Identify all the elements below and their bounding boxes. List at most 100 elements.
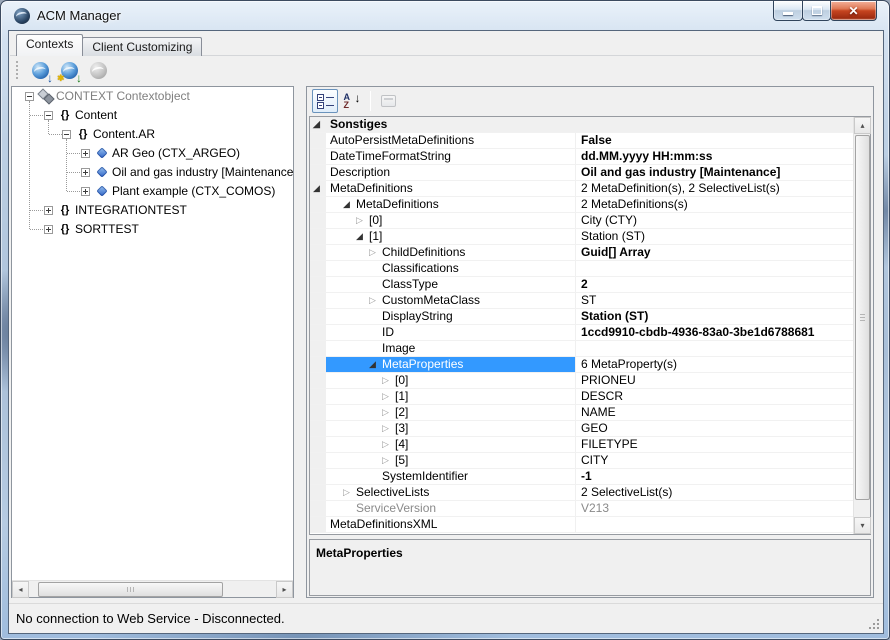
property-row[interactable]: ▷CustomMetaClassST xyxy=(310,293,853,309)
tree-item[interactable]: AR Geo (CTX_ARGEO) xyxy=(12,144,293,163)
property-row[interactable]: ▷SelectiveLists2 SelectiveList(s) xyxy=(310,485,853,501)
property-row[interactable]: ServiceVersionV213 xyxy=(310,501,853,517)
property-value[interactable]: NAME xyxy=(576,405,853,420)
alphabetical-sort-button[interactable]: AZ↓ xyxy=(339,89,365,113)
property-row[interactable]: ◢ MetaDefinitions2 MetaDefinition(s), 2 S… xyxy=(310,181,853,197)
expand-arrow-icon[interactable]: ▷ xyxy=(382,424,395,433)
property-row[interactable]: DisplayStringStation (ST) xyxy=(310,309,853,325)
property-name-cell[interactable]: ▷[3] xyxy=(326,421,576,436)
grid-vertical-scrollbar[interactable]: ▴ ▾ xyxy=(853,117,870,534)
collapse-arrow-icon[interactable]: ◢ xyxy=(313,120,320,129)
toolbar-grip-icon[interactable] xyxy=(16,61,19,79)
property-name-cell[interactable]: ClassType xyxy=(326,277,576,292)
property-value[interactable]: 6 MetaProperty(s) xyxy=(576,357,853,372)
scrollbar-thumb[interactable] xyxy=(855,135,870,500)
property-name-cell[interactable]: Classifications xyxy=(326,261,576,276)
property-name-cell[interactable]: ▷[5] xyxy=(326,453,576,468)
property-value[interactable]: Station (ST) xyxy=(576,309,853,324)
property-value[interactable]: 2 SelectiveList(s) xyxy=(576,485,853,500)
expand-box-icon[interactable] xyxy=(81,168,90,177)
property-value[interactable]: False xyxy=(576,133,853,148)
categorized-button[interactable] xyxy=(312,89,338,113)
tree-horizontal-scrollbar[interactable]: ◂ ▸ xyxy=(12,580,293,597)
property-value[interactable]: Station (ST) xyxy=(576,229,853,244)
tree-item[interactable]: {}Content xyxy=(12,106,293,125)
property-name-cell[interactable]: ▷[0] xyxy=(326,373,576,388)
property-value[interactable]: ST xyxy=(576,293,853,308)
property-name-cell[interactable]: ▷SelectiveLists xyxy=(326,485,576,500)
property-name-cell[interactable]: AutoPersistMetaDefinitions xyxy=(326,133,576,148)
category-row[interactable]: ◢Sonstiges xyxy=(310,117,853,133)
property-name-cell[interactable]: ▷CustomMetaClass xyxy=(326,293,576,308)
property-name-cell[interactable]: DisplayString xyxy=(326,309,576,324)
property-name-cell[interactable]: Description xyxy=(326,165,576,180)
property-value[interactable]: DESCR xyxy=(576,389,853,404)
property-name-cell[interactable]: MetaDefinitionsXML xyxy=(326,517,576,532)
tree-item[interactable]: Plant example (CTX_COMOS) xyxy=(12,182,293,201)
maximize-button[interactable] xyxy=(802,1,831,21)
expand-box-icon[interactable] xyxy=(81,149,90,158)
property-value[interactable]: dd.MM.yyyy HH:mm:ss xyxy=(576,149,853,164)
property-row[interactable]: ◢MetaProperties6 MetaProperty(s) xyxy=(310,357,853,373)
collapse-box-icon[interactable] xyxy=(62,130,71,139)
scroll-down-icon[interactable]: ▾ xyxy=(854,517,871,534)
property-name-cell[interactable]: ▷[1] xyxy=(326,389,576,404)
title-bar[interactable]: ACM Manager ✕ xyxy=(1,1,889,31)
property-value[interactable]: -1 xyxy=(576,469,853,484)
collapse-arrow-icon[interactable]: ◢ xyxy=(343,200,356,209)
expand-arrow-icon[interactable]: ▷ xyxy=(382,392,395,401)
expand-box-icon[interactable] xyxy=(44,206,53,215)
property-row[interactable]: ClassType2 xyxy=(310,277,853,293)
property-name-cell[interactable]: ▷ChildDefinitions xyxy=(326,245,576,260)
collapse-arrow-icon[interactable]: ◢ xyxy=(313,184,320,193)
tab-contexts[interactable]: Contexts xyxy=(16,34,83,56)
expand-arrow-icon[interactable]: ▷ xyxy=(382,408,395,417)
property-value[interactable]: CITY xyxy=(576,453,853,468)
property-value[interactable]: 2 MetaDefinitions(s) xyxy=(576,197,853,212)
property-row[interactable]: DateTimeFormatStringdd.MM.yyyy HH:mm:ss xyxy=(310,149,853,165)
property-value[interactable] xyxy=(576,261,853,276)
property-name-cell[interactable]: Image xyxy=(326,341,576,356)
property-name-cell[interactable]: ◢[1] xyxy=(326,229,576,244)
tree-item[interactable]: {}SORTTEST xyxy=(12,220,293,239)
property-name-cell[interactable]: ◢MetaDefinitions xyxy=(326,197,576,212)
property-name-cell[interactable]: DateTimeFormatString xyxy=(326,149,576,164)
property-row[interactable]: SystemIdentifier-1 xyxy=(310,469,853,485)
property-row[interactable]: ▷[0]City (CTY) xyxy=(310,213,853,229)
property-row[interactable]: ▷[1]DESCR xyxy=(310,389,853,405)
expand-arrow-icon[interactable]: ▷ xyxy=(356,216,369,225)
property-row[interactable]: ID1ccd9910-cbdb-4936-83a0-3be1d6788681 xyxy=(310,325,853,341)
property-row[interactable]: ▷[4]FILETYPE xyxy=(310,437,853,453)
collapse-arrow-icon[interactable]: ◢ xyxy=(369,360,382,369)
property-row[interactable]: ▷[2]NAME xyxy=(310,405,853,421)
property-value[interactable] xyxy=(576,341,853,356)
tree-item[interactable]: {}Content.AR xyxy=(12,125,293,144)
property-value[interactable]: 1ccd9910-cbdb-4936-83a0-3be1d6788681 xyxy=(576,325,853,340)
scrollbar-thumb[interactable] xyxy=(38,582,223,597)
property-row[interactable]: AutoPersistMetaDefinitionsFalse xyxy=(310,133,853,149)
property-name-cell[interactable]: MetaDefinitions xyxy=(326,181,576,196)
collapse-arrow-icon[interactable]: ◢ xyxy=(356,232,369,241)
property-row[interactable]: Classifications xyxy=(310,261,853,277)
property-name-cell[interactable]: ▷[0] xyxy=(326,213,576,228)
property-name-cell[interactable]: ServiceVersion xyxy=(326,501,576,516)
connect-new-button[interactable]: ↓✱ xyxy=(56,58,83,83)
property-row[interactable]: ▷[3]GEO xyxy=(310,421,853,437)
property-row[interactable]: ▷[0]PRIONEU xyxy=(310,373,853,389)
resize-grip-icon[interactable] xyxy=(877,627,879,629)
property-value[interactable]: 2 MetaDefinition(s), 2 SelectiveList(s) xyxy=(576,181,853,196)
property-name-cell[interactable]: ▷[2] xyxy=(326,405,576,420)
property-value[interactable]: PRIONEU xyxy=(576,373,853,388)
property-row[interactable]: DescriptionOil and gas industry [Mainten… xyxy=(310,165,853,181)
property-name-cell[interactable]: ID xyxy=(326,325,576,340)
property-value[interactable] xyxy=(576,517,853,532)
scroll-right-icon[interactable]: ▸ xyxy=(276,581,293,598)
tree-item[interactable]: CONTEXT Contextobject xyxy=(12,87,293,106)
property-name-cell[interactable]: SystemIdentifier xyxy=(326,469,576,484)
expand-arrow-icon[interactable]: ▷ xyxy=(382,376,395,385)
property-name-cell[interactable]: ◢MetaProperties xyxy=(326,357,576,372)
tree-item[interactable]: Oil and gas industry [Maintenance] (C xyxy=(12,163,293,182)
expand-arrow-icon[interactable]: ▷ xyxy=(382,456,395,465)
property-value[interactable]: FILETYPE xyxy=(576,437,853,452)
scroll-left-icon[interactable]: ◂ xyxy=(12,581,29,598)
